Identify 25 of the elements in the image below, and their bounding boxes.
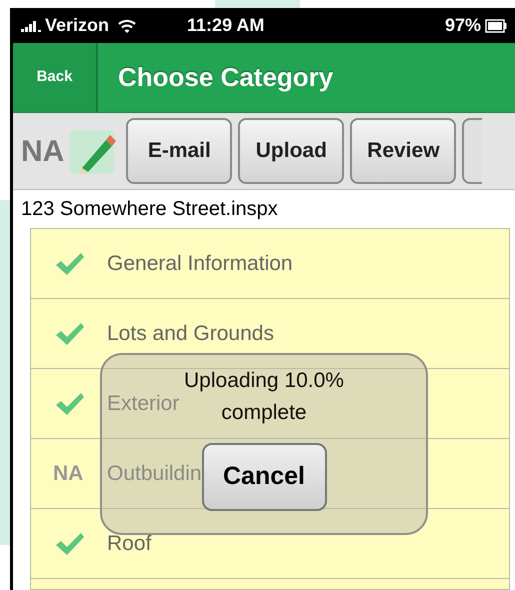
clock: 11:29 AM — [187, 14, 264, 37]
toolbar-button[interactable]: Upload — [238, 118, 344, 184]
checkmark-icon — [55, 252, 85, 276]
battery-percent: 97% — [444, 14, 481, 37]
file-name: 123 Somewhere Street.inspx — [20, 197, 279, 222]
upload-message: Uploading 10.0% complete — [183, 368, 345, 426]
status-label: NA — [21, 134, 64, 170]
battery-icon — [485, 18, 507, 32]
category-label[interactable]: Roof — [107, 528, 152, 560]
toolbar-button[interactable] — [462, 118, 482, 184]
checkmark-icon — [55, 322, 85, 346]
toolbar-button[interactable]: Review — [350, 118, 456, 184]
carrier-name: Verizon — [45, 14, 110, 37]
checkmark-icon — [55, 532, 85, 556]
checkmark-icon — [55, 392, 85, 416]
cancel-button[interactable]: Cancel — [202, 443, 326, 511]
category-label[interactable]: General Information — [107, 248, 293, 280]
screen-title: Choose Category — [118, 61, 334, 94]
wifi-icon — [117, 18, 138, 34]
category-label[interactable]: Lots and Grounds — [107, 318, 274, 350]
toolbar-button[interactable]: E-mail — [126, 118, 232, 184]
status-label: NA — [53, 460, 84, 487]
pencil-icon[interactable] — [70, 128, 116, 174]
signal-icon — [21, 20, 43, 32]
back-button[interactable]: Back — [13, 43, 98, 112]
